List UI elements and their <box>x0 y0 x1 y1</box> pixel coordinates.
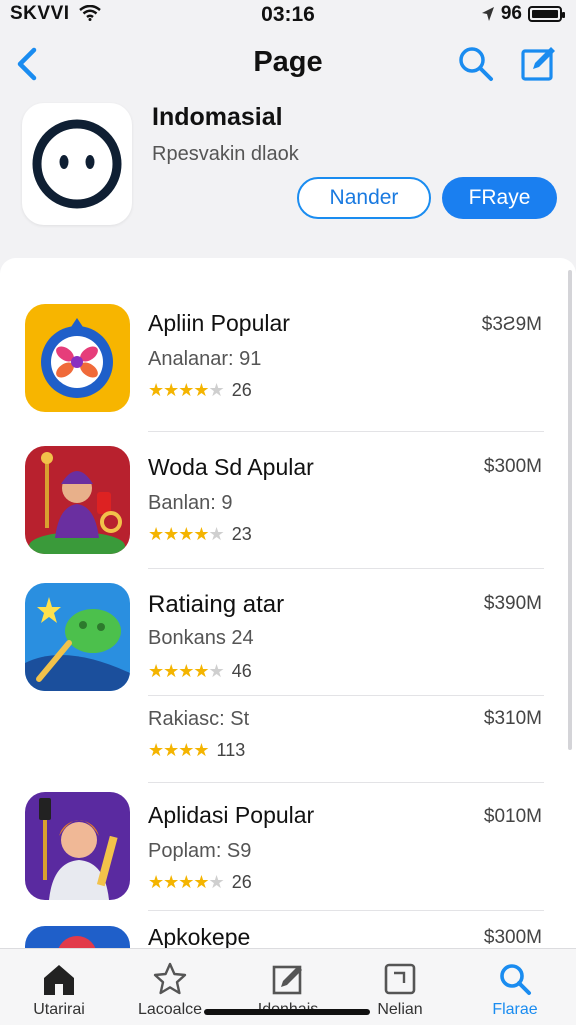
nav-bar: Page <box>0 36 576 90</box>
app-icon <box>25 583 130 691</box>
item-rating: ★★★★ 113 <box>148 740 245 761</box>
rating-count: 26 <box>231 872 252 892</box>
list-item[interactable]: Apliin Popular $3Ƨ9M Analanar: 91 ★★★★★ … <box>0 304 576 424</box>
list-item[interactable]: Ratiaing atar $390M Bonkans 24 ★★★★★ 46 <box>0 583 576 693</box>
star-rating-icon: ★★★★ <box>148 740 210 760</box>
star-rating-icon: ★★★★★ <box>148 661 225 681</box>
divider <box>148 431 544 432</box>
star-rating-icon: ★★★★★ <box>148 872 225 892</box>
rating-count: 26 <box>231 380 252 400</box>
item-title: Aplidasi Popular <box>148 802 315 828</box>
item-price: $300M <box>483 456 542 477</box>
item-title: Ratiaing atar <box>148 591 285 618</box>
list-item[interactable]: Apkokepe $300M <box>0 922 576 948</box>
musician-character-icon <box>25 792 130 900</box>
compass-flower-icon <box>25 304 130 412</box>
rating-count: 23 <box>231 524 252 544</box>
item-subtitle: Banlan: 9 <box>148 492 233 514</box>
status-bar: SKVVI 03:16 96 <box>0 0 576 28</box>
divider <box>148 910 544 911</box>
divider <box>148 568 544 569</box>
rating-count: 46 <box>231 661 252 681</box>
star-rating-icon: ★★★★★ <box>148 524 225 544</box>
tab-home[interactable]: Utarirai <box>4 949 114 1025</box>
item-rating: ★★★★★ 26 <box>148 380 252 401</box>
dragon-game-icon <box>25 583 130 691</box>
item-subtitle: Bonkans 24 <box>148 627 254 649</box>
star-rating-icon: ★★★★★ <box>148 380 225 400</box>
tab-label: Flarae <box>492 1001 538 1018</box>
app-icon <box>25 926 130 948</box>
game-icon <box>25 926 130 948</box>
item-price: $390M <box>483 593 542 614</box>
square-icon <box>384 963 416 995</box>
home-indicator[interactable] <box>204 1009 370 1015</box>
item-price: $3Ƨ9M <box>481 314 542 335</box>
wizard-character-icon <box>25 446 130 554</box>
search-icon <box>459 47 493 81</box>
divider <box>148 695 544 696</box>
list-item[interactable]: Aplidasi Popular $010M Poplam: S9 ★★★★★ … <box>0 792 576 902</box>
status-indicators: 96 <box>481 3 565 25</box>
list-item[interactable]: Rakiasc: St $310M ★★★★ 113 <box>0 704 576 774</box>
app-icon <box>25 792 130 900</box>
battery-icon <box>528 6 565 22</box>
edit-icon <box>272 965 302 995</box>
item-title: Apkokepe <box>148 924 251 948</box>
home-icon <box>44 965 74 995</box>
item-price: $010M <box>483 806 542 827</box>
compose-button[interactable] <box>518 42 558 84</box>
app-logo-icon <box>32 119 122 209</box>
item-price: $300M <box>483 927 542 948</box>
item-rating: ★★★★★ 23 <box>148 524 252 545</box>
star-icon <box>153 962 187 995</box>
header-app-icon <box>22 103 132 225</box>
list-item[interactable]: Woda Sd Apular $300M Banlan: 9 ★★★★★ 23 <box>0 446 576 556</box>
rating-count: 113 <box>216 740 246 760</box>
search-icon <box>500 964 531 995</box>
tab-search[interactable]: Flarae <box>460 949 570 1025</box>
app-icon <box>25 446 130 554</box>
item-rating: ★★★★★ 26 <box>148 872 252 893</box>
item-subtitle: Poplam: S9 <box>148 840 252 862</box>
header-app-name: Indomasial <box>152 103 283 131</box>
secondary-action-button[interactable]: Nander <box>297 177 431 219</box>
item-rating: ★★★★★ 46 <box>148 661 252 682</box>
tab-label: Utarirai <box>33 1001 85 1018</box>
battery-percent: 96 <box>500 3 522 24</box>
divider <box>148 782 544 783</box>
header-app-subtitle: Rpesvakin dlaok <box>152 143 299 165</box>
item-title: Woda Sd Apular <box>148 454 314 480</box>
compose-icon <box>521 47 555 81</box>
search-button[interactable] <box>456 44 496 84</box>
location-arrow-icon <box>481 7 494 21</box>
item-subtitle: Rakiasc: St <box>148 708 250 730</box>
item-price: $310M <box>483 708 542 729</box>
item-subtitle: Analanar: 91 <box>148 348 262 370</box>
primary-action-button[interactable]: FRaye <box>442 177 557 219</box>
item-title: Apliin Popular <box>148 310 290 336</box>
app-icon <box>25 304 130 412</box>
